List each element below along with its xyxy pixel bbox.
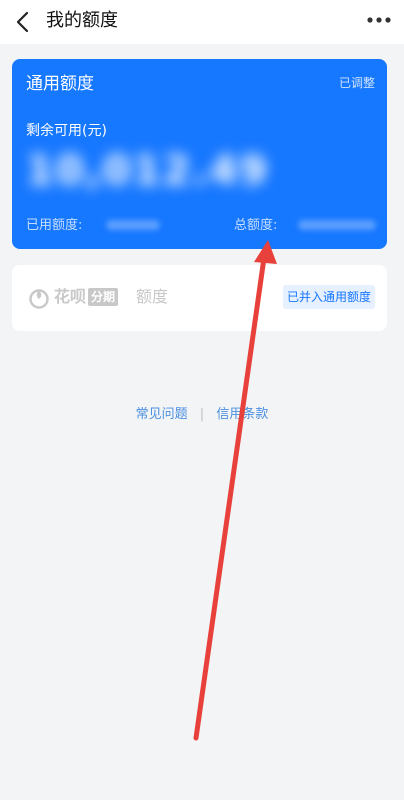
faq-link[interactable]: 常见问题 — [136, 407, 188, 422]
top-bar: 我的额度 — [0, 0, 404, 44]
merged-into-general-badge: 已并入通用额度 — [282, 285, 375, 309]
adjusted-status-label: 已调整 — [338, 76, 375, 90]
page-title: 我的额度 — [46, 10, 118, 31]
huabei-logo-icon — [29, 289, 49, 309]
used-credit-label: 已用额度: — [26, 218, 83, 233]
huabei-brand-label: 花呗 — [54, 287, 87, 306]
footer-separator: | — [199, 407, 205, 422]
remaining-amount-blurred: 10,012.49 — [26, 148, 270, 194]
footer-links: 常见问题 | 信用条款 — [0, 406, 404, 424]
back-arrow-icon[interactable] — [14, 11, 34, 33]
used-credit-value-blurred — [106, 220, 160, 230]
huabei-quota-label: 额度 — [136, 287, 169, 306]
credit-card-title: 通用额度 — [26, 74, 94, 94]
huabei-installment-card[interactable]: 花呗 分期 额度 已并入通用额度 — [12, 265, 387, 331]
more-options-icon[interactable] — [366, 16, 392, 24]
general-credit-card[interactable]: 通用额度 已调整 剩余可用(元) 10,012.49 已用额度: 总额度: — [12, 59, 387, 249]
total-credit-value-blurred — [298, 220, 376, 230]
credit-terms-link[interactable]: 信用条款 — [216, 407, 268, 422]
remaining-available-label: 剩余可用(元) — [26, 123, 107, 139]
total-credit-label: 总额度: — [234, 218, 278, 233]
installment-tag: 分期 — [88, 288, 119, 306]
